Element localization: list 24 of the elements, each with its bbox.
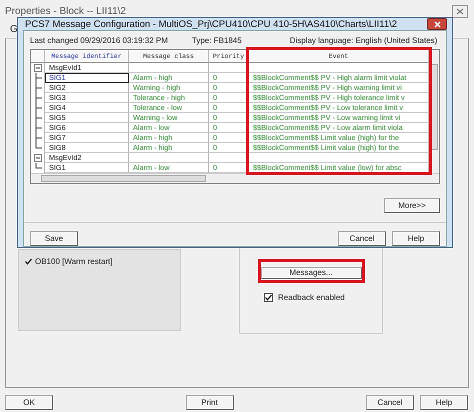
cancel-button[interactable]: Cancel <box>338 231 386 246</box>
check-icon <box>25 258 32 265</box>
ok-button[interactable]: OK <box>5 395 53 410</box>
readback-checkbox[interactable] <box>264 293 273 302</box>
save-button[interactable]: Save <box>30 231 78 246</box>
display-language-text: Display language: English (United States) <box>290 36 438 45</box>
close-icon <box>434 20 440 28</box>
more-button[interactable]: More>> <box>384 198 440 213</box>
window-title: Properties - Block -- LII11\2 <box>5 6 126 16</box>
dialog-title: PCS7 Message Configuration - MultiOS_Prj\CPU410\CPU 410-5H\AS410\Charts\LII11\2 <box>25 18 398 30</box>
close-button[interactable] <box>427 18 447 30</box>
type-text: Type: FB1845 <box>192 36 242 45</box>
list-item[interactable]: OB100 [Warm restart] <box>35 257 112 266</box>
help-button[interactable]: Help <box>420 395 468 410</box>
checkbox-label: Readback enabled <box>278 293 345 302</box>
collapse-icon[interactable] <box>31 153 45 163</box>
last-changed-text: Last changed 09/29/2016 03:19:32 PM <box>30 36 168 45</box>
print-button[interactable]: Print <box>186 395 234 410</box>
collapse-icon[interactable] <box>31 63 45 73</box>
close-icon[interactable] <box>452 4 468 18</box>
cancel-button[interactable]: Cancel <box>366 395 414 410</box>
messages-button[interactable]: Messages... <box>260 266 362 278</box>
help-button[interactable]: Help <box>392 231 440 246</box>
horizontal-scrollbar[interactable] <box>31 173 439 183</box>
